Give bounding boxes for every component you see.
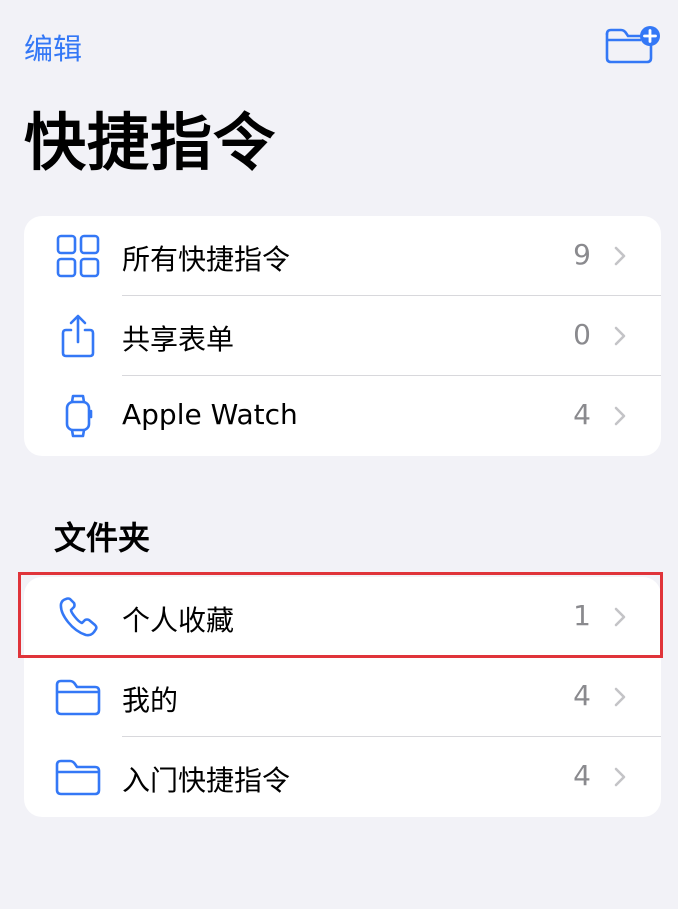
list-item-my-folder[interactable]: 我的 4 <box>24 657 661 737</box>
folder-icon <box>55 679 101 716</box>
chevron-right-icon <box>614 246 626 266</box>
list-item-favorites[interactable]: 个人收藏 1 <box>24 577 661 657</box>
new-folder-button[interactable] <box>603 24 661 66</box>
list-item-count: 1 <box>573 599 591 632</box>
list-item-all-shortcuts[interactable]: 所有快捷指令 9 <box>24 216 661 296</box>
folder-icon <box>55 759 101 796</box>
folders-list: 个人收藏 1 我的 4 入门快捷指令 4 <box>24 577 661 817</box>
watch-icon <box>65 394 93 438</box>
navigation-bar: 编辑 <box>0 0 678 90</box>
phone-icon <box>59 597 98 637</box>
list-item-share-sheet[interactable]: 共享表单 0 <box>24 296 661 376</box>
chevron-right-icon <box>614 607 626 627</box>
list-item-count: 4 <box>573 759 591 792</box>
list-item-count: 4 <box>573 679 591 712</box>
chevron-right-icon <box>614 326 626 346</box>
share-icon <box>61 314 95 358</box>
list-item-label: 所有快捷指令 <box>122 243 291 276</box>
list-item-starter-shortcuts[interactable]: 入门快捷指令 4 <box>24 737 661 817</box>
chevron-right-icon <box>614 687 626 707</box>
page-title: 快捷指令 <box>24 106 277 179</box>
list-item-label: Apple Watch <box>122 398 298 431</box>
list-item-label: 共享表单 <box>122 323 235 356</box>
grid-icon <box>56 234 100 278</box>
list-item-label: 入门快捷指令 <box>122 764 291 797</box>
list-item-count: 4 <box>573 398 591 431</box>
folders-section-header: 文件夹 <box>54 519 151 557</box>
chevron-right-icon <box>614 767 626 787</box>
edit-button[interactable]: 编辑 <box>24 26 82 68</box>
chevron-right-icon <box>614 406 626 426</box>
list-item-count: 0 <box>573 318 591 351</box>
list-item-apple-watch[interactable]: Apple Watch 4 <box>24 376 661 456</box>
list-item-label: 我的 <box>122 684 179 717</box>
list-item-label: 个人收藏 <box>122 604 235 637</box>
library-list: 所有快捷指令 9 共享表单 0 Apple Watch 4 <box>24 216 661 456</box>
list-item-count: 9 <box>573 238 591 271</box>
folder-badge-plus-icon <box>605 26 660 64</box>
